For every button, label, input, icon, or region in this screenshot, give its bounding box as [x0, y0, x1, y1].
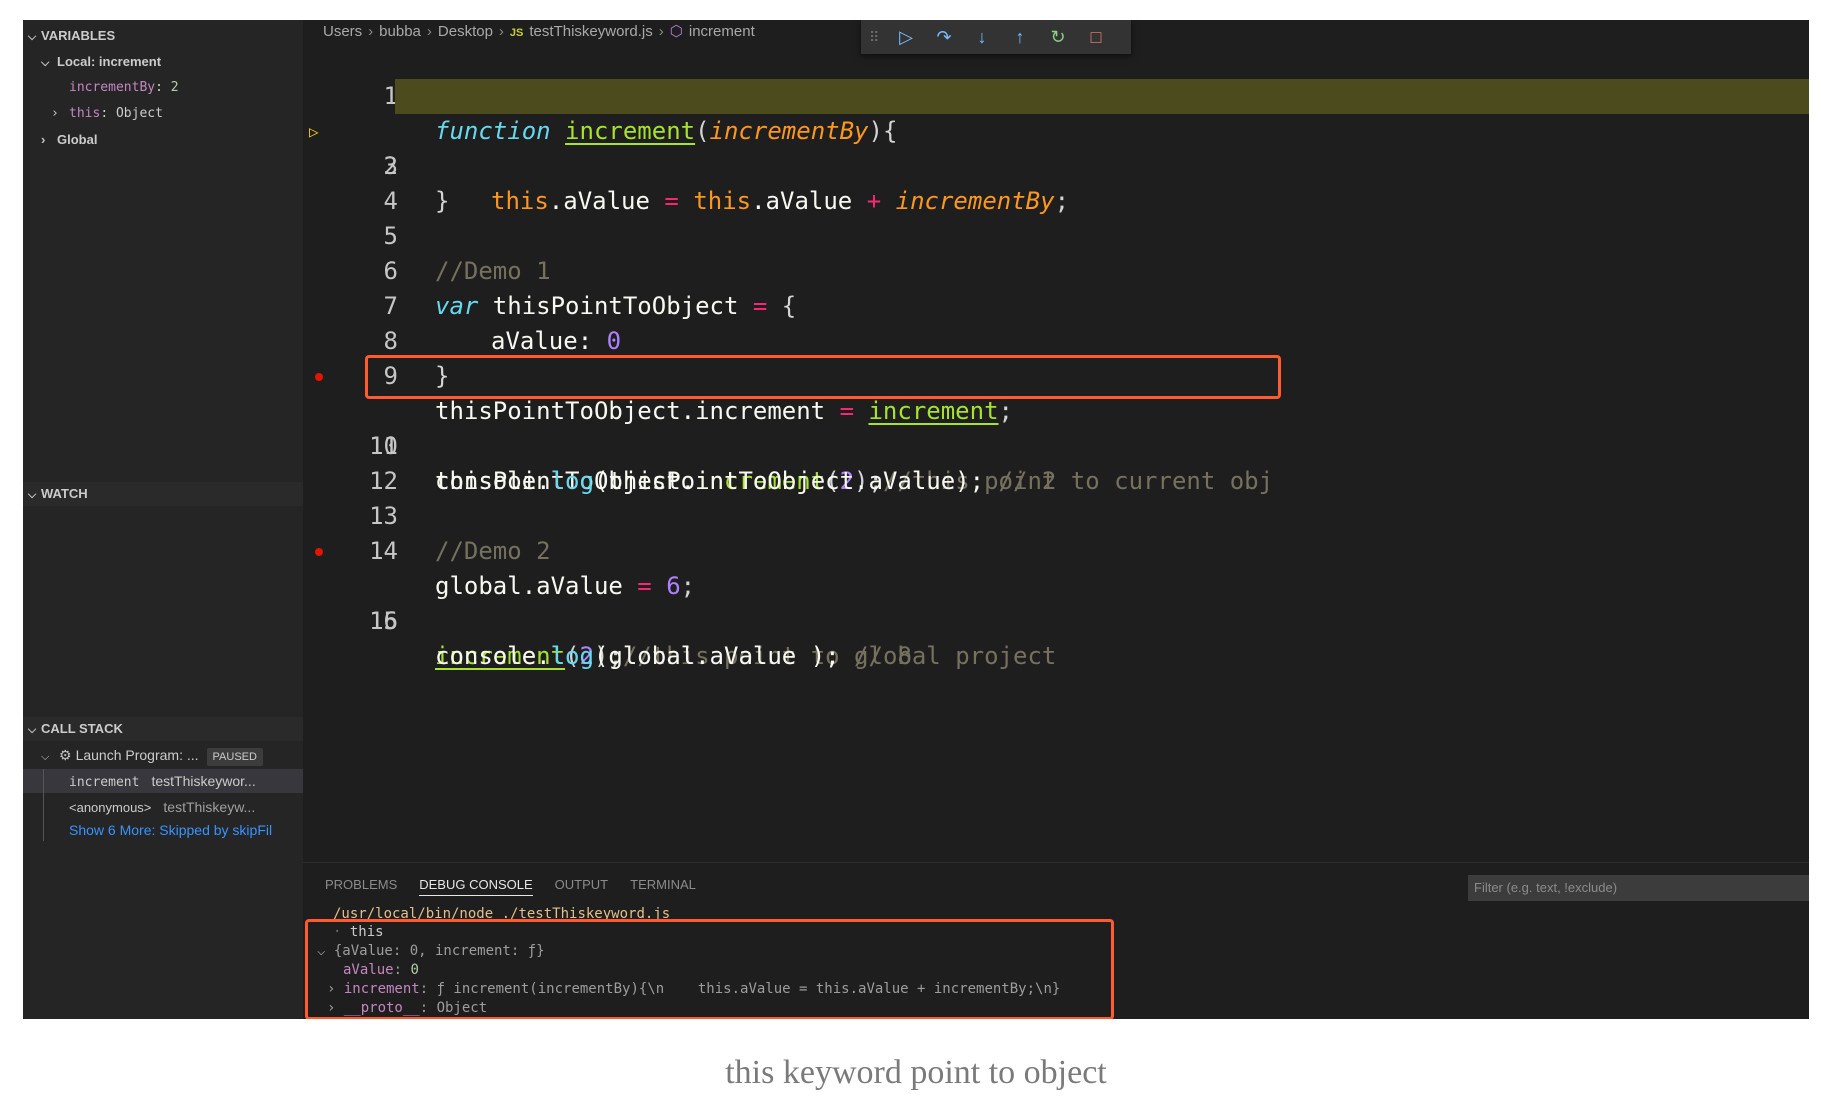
bottom-panel: PROBLEMS DEBUG CONSOLE OUTPUT TERMINAL Filt… [303, 862, 1809, 1019]
variable-this[interactable]: › this: Object [51, 102, 163, 126]
breakpoint-icon[interactable] [315, 373, 323, 381]
code-text: console. [435, 642, 551, 670]
code-line: 11 console.log(thisPointToObject.aValue)… [303, 394, 1809, 495]
code-line: 12 [303, 429, 1809, 495]
frame-file: testThiskeywor... [151, 773, 256, 789]
code-line: 9 thisPointToObject.increment = incremen… [303, 324, 1809, 425]
breadcrumb-item[interactable]: bubba [379, 23, 421, 40]
call-stack-section-header[interactable]: ⌵ CALL STACK [23, 717, 303, 741]
annotation-box [305, 919, 1114, 1019]
variable-incrementBy[interactable]: incrementBy: 2 [69, 76, 179, 100]
global-scope[interactable]: › Global [41, 128, 97, 152]
breadcrumb: Users › bubba › Desktop › JS testThiskeyword.js… [323, 20, 755, 44]
frame-function: increment [69, 775, 140, 790]
panel-tabs: PROBLEMS DEBUG CONSOLE OUTPUT TERMINAL [325, 877, 718, 896]
tree-guide [43, 769, 44, 841]
watch-section-header[interactable]: ⌵ WATCH [23, 482, 303, 506]
continue-icon[interactable]: ▷ [887, 27, 925, 48]
call-stack-frame[interactable]: increment testThiskeywor... [23, 769, 303, 793]
code-line: 14 global.aValue = 6; [303, 499, 1809, 600]
watch-title: WATCH [41, 486, 88, 501]
chevron-right-icon: › [41, 132, 46, 147]
code-line: 16 console.log(global.aValue ); // 8 [303, 569, 1809, 670]
local-scope[interactable]: ⌵ Local: increment [41, 50, 161, 74]
breakpoint-icon[interactable] [315, 548, 323, 556]
breadcrumb-item[interactable]: Desktop [438, 23, 493, 40]
step-into-icon[interactable]: ↓ [963, 27, 1001, 48]
figure-caption: this keyword point to object [725, 1054, 1107, 1091]
tab-problems[interactable]: PROBLEMS [325, 877, 397, 892]
chevron-down-icon: ⌵ [41, 751, 50, 763]
program-label: Launch Program: ... [75, 747, 199, 763]
chevron-down-icon: ⌵ [41, 57, 50, 69]
frame-file: testThiskeyw... [163, 799, 256, 815]
function-name: log [550, 642, 594, 670]
js-file-icon: JS [509, 27, 524, 39]
local-scope-label: Local: increment [57, 54, 162, 69]
chevron-down-icon: ⌵ [27, 489, 37, 501]
variable-value: Object [115, 106, 163, 121]
line-number: 16 [369, 607, 398, 635]
tab-terminal[interactable]: TERMINAL [630, 877, 696, 892]
code-line: 7 aValue: 0 [303, 254, 1809, 355]
console-filter-input[interactable]: Filter (e.g. text, !exclude) [1468, 875, 1809, 901]
show-more-frames-link[interactable]: Show 6 More: Skipped by skipFil [69, 818, 272, 842]
chevron-right-icon: › [368, 23, 374, 40]
restart-icon[interactable]: ↻ [1039, 27, 1077, 48]
frame-function: <anonymous> [69, 800, 152, 815]
chevron-right-icon: › [658, 23, 664, 40]
variables-title: VARIABLES [41, 28, 116, 43]
variable-name: this [69, 106, 101, 121]
breadcrumb-item[interactable]: Users [323, 23, 362, 40]
code-line: ▷ 2 this.aValue = this.aValue + incremen… [303, 79, 1809, 215]
call-stack-title: CALL STACK [41, 721, 123, 736]
code-line: 13 //Demo 2 [303, 464, 1809, 565]
step-out-icon[interactable]: ↑ [1001, 27, 1039, 48]
variable-value: 2 [170, 80, 179, 95]
code-line: 8 } [303, 289, 1809, 390]
gear-icon: ⚙ [59, 747, 72, 763]
debug-sidebar: ⌵ VARIABLES ⌵ Local: increment incrementBy… [23, 20, 303, 1019]
tab-debug-console[interactable]: DEBUG CONSOLE [419, 877, 533, 896]
code-line: 3 } [303, 114, 1809, 215]
annotation-box [365, 355, 1281, 399]
grip-icon[interactable]: ⠿ [869, 29, 887, 46]
call-stack-program[interactable]: ⌵ ⚙ Launch Program: ... PAUSED [41, 743, 263, 767]
code-editor[interactable]: 1 function increment(incrementBy){ ▷ 2 t… [303, 44, 1809, 862]
chevron-right-icon: › [426, 23, 432, 40]
stop-icon[interactable]: □ [1077, 27, 1115, 48]
code-text: (global.aValue ); [593, 642, 855, 670]
status-badge: PAUSED [206, 748, 263, 766]
chevron-right-icon: › [498, 23, 504, 40]
chevron-down-icon: ⌵ [27, 31, 37, 43]
call-stack-frame[interactable]: <anonymous> testThiskeyw... [69, 795, 255, 819]
code-line: 5 //Demo 1 [303, 184, 1809, 285]
debug-toolbar: ⠿ ▷ ↷ ↓ ↑ ↻ □ [861, 20, 1131, 54]
chevron-right-icon: › [51, 106, 59, 121]
global-scope-label: Global [57, 132, 98, 147]
chevron-down-icon: ⌵ [27, 724, 37, 736]
code-line: 6 var thisPointToObject = { [303, 219, 1809, 320]
tab-output[interactable]: OUTPUT [555, 877, 608, 892]
code-line: 15 increment(2);//this point to global p… [303, 534, 1809, 670]
symbol-method-icon: ⬡ [669, 23, 683, 40]
comment: // 8 [854, 642, 912, 670]
breadcrumb-file[interactable]: testThiskeyword.js [529, 23, 652, 40]
code-line: 4 [303, 149, 1809, 215]
variables-section-header[interactable]: ⌵ VARIABLES [23, 24, 303, 48]
breadcrumb-symbol[interactable]: increment [689, 23, 755, 40]
variable-name: incrementBy [69, 80, 156, 95]
editor-screenshot: ⌵ VARIABLES ⌵ Local: increment incrementBy… [23, 20, 1809, 1019]
step-over-icon[interactable]: ↷ [925, 27, 963, 48]
